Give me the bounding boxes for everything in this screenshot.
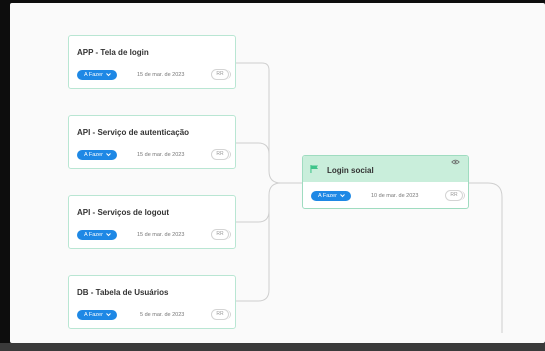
chevron-down-icon xyxy=(106,72,111,76)
status-dropdown[interactable]: A Fazer xyxy=(77,230,117,240)
assignee-avatar[interactable]: RR xyxy=(445,190,465,201)
assignee-avatar[interactable]: RR xyxy=(211,309,231,320)
window-bottom-edge xyxy=(0,343,545,351)
status-label: A Fazer xyxy=(318,193,337,199)
assignee-avatar[interactable]: RR xyxy=(211,229,231,240)
assignee-avatar[interactable]: RR xyxy=(211,149,231,160)
connector-api-logout xyxy=(236,195,270,223)
task-title: APP - Tela de login xyxy=(77,48,149,57)
task-title: DB - Tabela de Usuários xyxy=(77,288,169,297)
task-title: Login social xyxy=(327,166,374,175)
dependency-canvas[interactable]: APP - Tela de login A Fazer 15 de mar. d… xyxy=(10,3,545,343)
chevron-down-icon xyxy=(106,232,111,236)
task-card-db-users[interactable]: DB - Tabela de Usuários A Fazer 5 de mar… xyxy=(68,275,236,329)
task-card-api-auth[interactable]: API - Serviço de autenticação A Fazer 15… xyxy=(68,115,236,169)
status-label: A Fazer xyxy=(84,312,103,318)
task-card-app-login[interactable]: APP - Tela de login A Fazer 15 de mar. d… xyxy=(68,35,236,89)
status-label: A Fazer xyxy=(84,152,103,158)
assignee-avatar[interactable]: RR xyxy=(211,69,231,80)
status-dropdown[interactable]: A Fazer xyxy=(77,70,117,80)
status-label: A Fazer xyxy=(84,72,103,78)
chevron-down-icon xyxy=(340,193,345,197)
flag-icon xyxy=(310,165,319,173)
due-date: 5 de mar. de 2023 xyxy=(140,312,185,318)
task-card-api-logout[interactable]: API - Serviços de logout A Fazer 15 de m… xyxy=(68,195,236,249)
chevron-down-icon xyxy=(106,312,111,316)
due-date: 15 de mar. de 2023 xyxy=(137,72,185,78)
task-title: API - Serviço de autenticação xyxy=(77,128,190,137)
connector-api-auth xyxy=(236,142,270,171)
task-card-login-social[interactable]: Login social A Fazer 10 de mar. de 2023 … xyxy=(302,155,469,209)
connector-db xyxy=(236,182,282,302)
due-date: 10 de mar. de 2023 xyxy=(371,193,419,199)
connector-parent-out xyxy=(469,182,503,333)
due-date: 15 de mar. de 2023 xyxy=(137,152,185,158)
status-dropdown[interactable]: A Fazer xyxy=(77,150,117,160)
eye-icon[interactable] xyxy=(451,159,460,165)
chevron-down-icon xyxy=(106,152,111,156)
status-dropdown[interactable]: A Fazer xyxy=(77,310,117,320)
status-dropdown[interactable]: A Fazer xyxy=(311,191,351,201)
due-date: 15 de mar. de 2023 xyxy=(137,232,185,238)
task-title: API - Serviços de logout xyxy=(77,208,170,217)
status-label: A Fazer xyxy=(84,232,103,238)
